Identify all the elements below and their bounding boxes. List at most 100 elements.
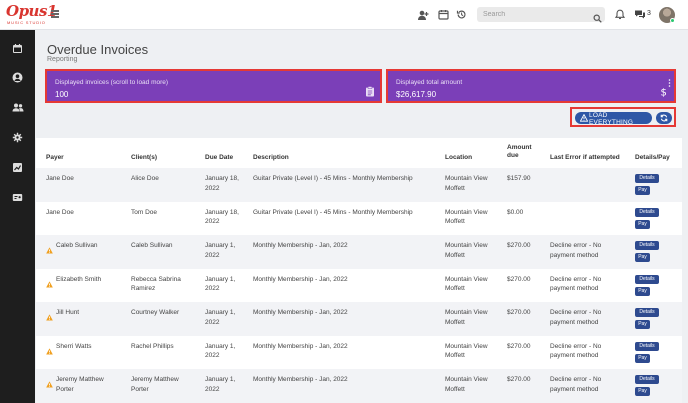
due-date-cell: January 1, 2022 [205, 376, 236, 393]
app-logo[interactable]: Opus1 MUSIC STUDIO [6, 3, 57, 27]
amount-cell: $270.00 [507, 376, 531, 383]
pay-button[interactable]: Pay [635, 186, 650, 195]
warning-icon [46, 375, 53, 388]
table-row: Jeremy Matthew Porter Jeremy Matthew Porter… [36, 369, 682, 403]
details-button[interactable]: Details [635, 174, 659, 183]
payer-cell: Jane Doe [46, 175, 74, 182]
more-vertical-icon[interactable] [668, 74, 671, 87]
header-details-pay: Details/Pay [635, 154, 670, 161]
table-row: Elizabeth Smith Rebecca Sabrina Ramirez Jan… [36, 269, 682, 303]
description-cell: Monthly Membership - Jan, 2022 [253, 309, 348, 316]
pay-button[interactable]: Pay [635, 219, 650, 229]
location-cell: Mountain View Moffett [445, 376, 488, 393]
client-cell: Jeremy Matthew Porter [131, 376, 179, 393]
payer-cell: Caleb Sullivan [56, 242, 98, 249]
online-status-dot [670, 18, 675, 23]
pay-button[interactable]: Pay [635, 353, 650, 363]
details-button[interactable]: Details [635, 308, 659, 317]
location-cell: Mountain View Moffett [445, 275, 488, 293]
users-icon[interactable] [12, 100, 24, 112]
details-button[interactable]: Details [635, 274, 659, 284]
sidebar [0, 30, 35, 403]
client-cell: Caleb Sullivan [131, 242, 173, 249]
due-date-cell: January 1, 2022 [205, 275, 236, 293]
page-subtitle: Reporting [47, 56, 78, 63]
amount-cell: $0.00 [507, 208, 524, 216]
amount-cell: $157.90 [507, 175, 531, 182]
pay-button[interactable]: Pay [635, 253, 650, 262]
warning-icon [46, 275, 53, 287]
load-everything-button[interactable]: LOAD EVERYTHING [575, 112, 652, 126]
header-payer: Payer [46, 154, 64, 161]
due-date-cell: January 18, 2022 [205, 175, 239, 192]
error-cell: Decline error - No payment method [550, 376, 602, 393]
top-bar: Opus1 MUSIC STUDIO 3 [0, 0, 688, 30]
refresh-button[interactable] [656, 112, 672, 124]
header-location: Location [445, 154, 473, 161]
logo-subtext: MUSIC STUDIO [7, 20, 46, 25]
description-cell: Guitar Private (Level I) - 45 Mins - Mon… [253, 208, 413, 216]
warning-icon [46, 342, 53, 354]
client-cell: Rebecca Sabrina Ramirez [131, 275, 181, 293]
payer-cell: Jane Doe [46, 208, 74, 216]
warning-icon [579, 113, 589, 122]
table-row: Jill Hunt Courtney Walker January 1, 2022 Mo… [36, 302, 682, 336]
payer-cell: Jeremy Matthew Porter [56, 376, 104, 393]
amount-cell: $270.00 [507, 275, 531, 283]
warning-icon [46, 241, 53, 254]
header-clients: Client(s) [131, 154, 157, 161]
description-cell: Monthly Membership - Jan, 2022 [253, 342, 348, 350]
add-user-icon[interactable] [417, 9, 429, 21]
search-icon[interactable] [593, 10, 602, 23]
chat-icon[interactable] [634, 9, 646, 21]
refresh-icon [660, 114, 668, 122]
warning-icon [46, 308, 53, 321]
user-circle-icon[interactable] [12, 70, 23, 83]
pay-button[interactable]: Pay [635, 387, 650, 396]
details-button[interactable]: Details [635, 375, 659, 384]
calendar-icon[interactable] [437, 9, 449, 21]
amount-cell: $270.00 [507, 309, 531, 316]
location-cell: Mountain View Moffett [445, 309, 488, 326]
clipboard-icon [365, 84, 375, 97]
chart-icon[interactable] [12, 160, 23, 172]
pay-button[interactable]: Pay [635, 320, 650, 329]
client-cell: Rachel Phillips [131, 342, 174, 350]
message-count: 3 [647, 10, 651, 17]
calendar-icon[interactable] [12, 41, 23, 53]
error-cell: Decline error - No payment method [550, 275, 602, 293]
total-amount-label: Displayed total amount [396, 79, 463, 86]
pay-button[interactable]: Pay [635, 286, 650, 296]
amount-cell: $270.00 [507, 242, 531, 249]
history-icon[interactable] [455, 9, 467, 21]
load-everything-label: LOAD EVERYTHING [589, 112, 634, 126]
id-card-icon[interactable] [12, 190, 23, 201]
client-cell: Alice Doe [131, 175, 159, 182]
location-cell: Mountain View Moffett [445, 342, 488, 360]
table-row: Sherri Watts Rachel Phillips January 1, 202… [36, 336, 682, 370]
svg-text:$: $ [661, 88, 667, 98]
client-cell: Tom Doe [131, 208, 158, 216]
location-cell: Mountain View Moffett [445, 175, 488, 192]
error-cell: Decline error - No payment method [550, 309, 602, 326]
invoices-count-value: 100 [55, 90, 69, 99]
details-button[interactable]: Details [635, 207, 659, 217]
location-cell: Mountain View Moffett [445, 242, 488, 259]
details-button[interactable]: Details [635, 341, 659, 351]
details-button[interactable]: Details [635, 241, 659, 250]
due-date-cell: January 18, 2022 [205, 208, 239, 226]
description-cell: Monthly Membership - Jan, 2022 [253, 376, 348, 383]
header-description: Description [253, 154, 289, 161]
bell-icon[interactable] [614, 9, 626, 21]
table-row: Jane Doe Tom Doe January 18, 2022 Guitar Pri… [36, 202, 682, 236]
gear-icon[interactable] [12, 130, 23, 143]
menu-icon[interactable] [51, 10, 59, 18]
due-date-cell: January 1, 2022 [205, 342, 236, 360]
amount-cell: $270.00 [507, 342, 531, 350]
actions-highlight: LOAD EVERYTHING [570, 107, 676, 127]
description-cell: Monthly Membership - Jan, 2022 [253, 242, 348, 249]
header-last-error: Last Error if attempted [550, 154, 620, 161]
search-input[interactable] [477, 7, 605, 22]
invoices-count-label: Displayed invoices (scroll to load more) [55, 79, 169, 86]
total-amount-card: Displayed total amount $26,617.90 $ [386, 69, 676, 103]
